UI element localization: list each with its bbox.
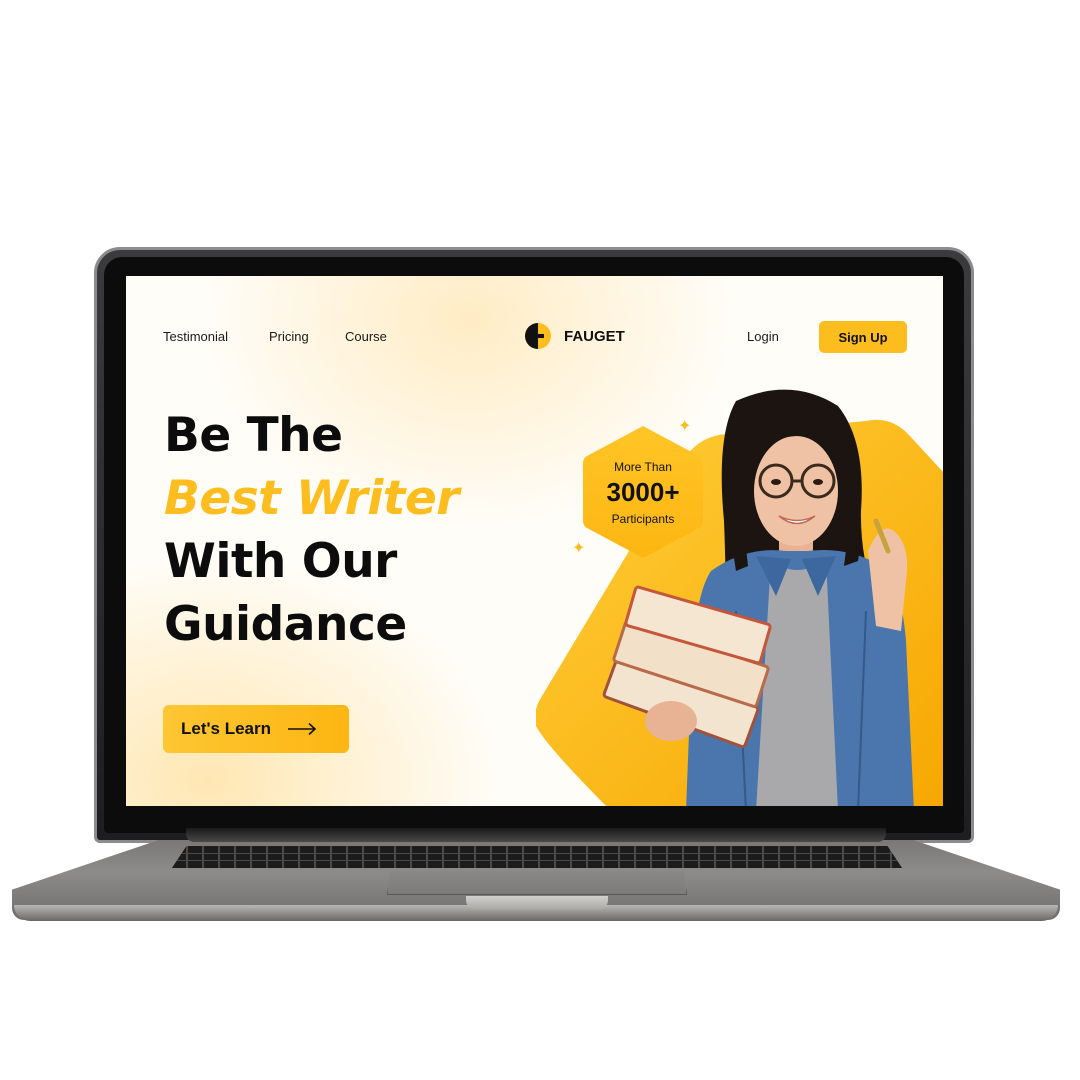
brand-logo[interactable]: FAUGET (518, 322, 625, 350)
student-photo (602, 389, 914, 806)
laptop-screen: Testimonial Pricing Course FAUGET Login … (126, 276, 943, 806)
brand-name: FAUGET (564, 327, 625, 345)
headline-line-4: Guidance (164, 597, 407, 652)
headline-line-3: With Our (164, 534, 397, 589)
laptop-notch (466, 896, 608, 910)
arrow-right-icon (288, 722, 317, 736)
hero-headline: Be The Best Writer With Our Guidance (164, 404, 544, 656)
nav-link-testimonial[interactable]: Testimonial (163, 329, 228, 344)
laptop-keyboard (172, 846, 902, 868)
login-link[interactable]: Login (747, 329, 779, 344)
laptop-trackpad (387, 871, 687, 895)
laptop-hinge (186, 828, 886, 842)
nav-link-pricing[interactable]: Pricing (269, 329, 309, 344)
cta-label: Let's Learn (181, 719, 272, 738)
lets-learn-button[interactable]: Let's Learn (163, 705, 349, 753)
headline-line-2-highlight: Best Writer (164, 471, 459, 526)
headline-line-1: Be The (164, 408, 343, 463)
sign-up-button[interactable]: Sign Up (819, 321, 907, 353)
half-circle-logo-icon (525, 323, 551, 349)
nav-link-course[interactable]: Course (345, 329, 387, 344)
